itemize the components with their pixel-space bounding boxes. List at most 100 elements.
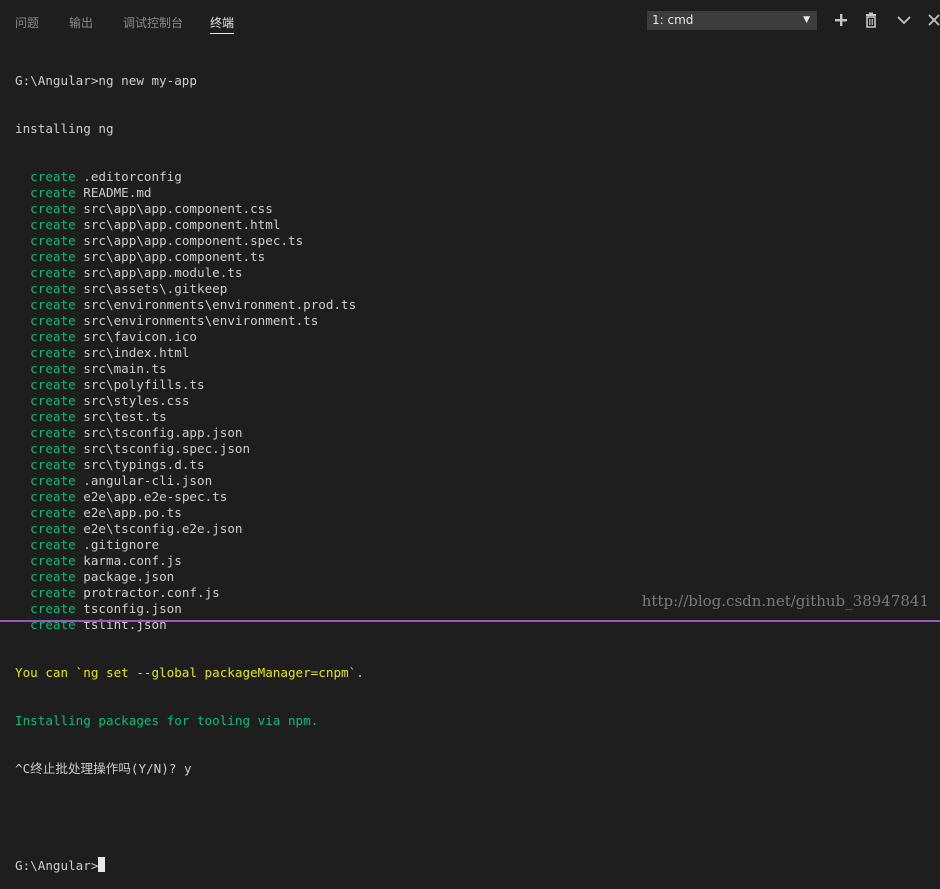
create-keyword: create	[30, 377, 76, 392]
create-keyword: create	[30, 329, 76, 344]
created-file-path: .gitignore	[83, 537, 160, 552]
create-keyword: create	[30, 361, 76, 376]
created-file-path: src\polyfills.ts	[83, 377, 205, 392]
create-line: create src\app\app.component.css	[15, 201, 940, 217]
create-line: create e2e\tsconfig.e2e.json	[15, 521, 940, 537]
create-keyword: create	[30, 409, 76, 424]
created-file-path: .angular-cli.json	[83, 473, 213, 488]
trash-icon[interactable]	[863, 12, 879, 28]
created-file-path: protractor.conf.js	[83, 585, 220, 600]
create-line: create src\main.ts	[15, 361, 940, 377]
create-line: create src\app\app.component.spec.ts	[15, 233, 940, 249]
create-line: create .editorconfig	[15, 169, 940, 185]
close-icon[interactable]	[926, 12, 940, 28]
create-line: create .angular-cli.json	[15, 473, 940, 489]
created-file-path: src\app\app.component.spec.ts	[83, 233, 304, 248]
create-keyword: create	[30, 281, 76, 296]
create-keyword: create	[30, 521, 76, 536]
create-keyword: create	[30, 185, 76, 200]
create-line: create src\app\app.component.ts	[15, 249, 940, 265]
plus-icon[interactable]	[833, 12, 849, 28]
create-line: create src\app\app.component.html	[15, 217, 940, 233]
final-prompt: G:\Angular>	[15, 858, 99, 873]
create-keyword: create	[30, 217, 76, 232]
installing-packages-line: Installing packages for tooling via npm.	[15, 713, 319, 728]
create-keyword: create	[30, 569, 76, 584]
create-keyword: create	[30, 297, 76, 312]
create-keyword: create	[30, 601, 76, 616]
created-file-path: src\favicon.ico	[83, 329, 197, 344]
create-line: create src\tsconfig.app.json	[15, 425, 940, 441]
create-keyword: create	[30, 505, 76, 520]
created-file-path: e2e\app.e2e-spec.ts	[83, 489, 228, 504]
create-line: create src\environments\environment.ts	[15, 313, 940, 329]
terminate-prompt-line: ^C终止批处理操作吗(Y/N)? y	[15, 761, 192, 776]
create-keyword: create	[30, 393, 76, 408]
create-line: create src\favicon.ico	[15, 329, 940, 345]
created-file-path: package.json	[83, 569, 175, 584]
create-line: create README.md	[15, 185, 940, 201]
tab-problems[interactable]: 问题	[15, 14, 39, 31]
created-file-path: src\app\app.component.ts	[83, 249, 266, 264]
create-keyword: create	[30, 313, 76, 328]
terminal-select[interactable]: 1: cmd ▼	[647, 11, 817, 30]
create-keyword: create	[30, 553, 76, 568]
created-file-path: src\index.html	[83, 345, 190, 360]
created-file-path: README.md	[83, 185, 152, 200]
command-line: G:\Angular>ng new my-app	[15, 73, 197, 88]
terminal-select-value: 1: cmd	[652, 13, 694, 27]
create-line: create e2e\app.e2e-spec.ts	[15, 489, 940, 505]
created-file-path: e2e\app.po.ts	[83, 505, 182, 520]
created-file-path: src\test.ts	[83, 409, 167, 424]
create-line: create src\app\app.module.ts	[15, 265, 940, 281]
created-file-path: src\app\app.component.html	[83, 217, 281, 232]
create-line: create package.json	[15, 569, 940, 585]
create-keyword: create	[30, 265, 76, 280]
create-line: create src\assets\.gitkeep	[15, 281, 940, 297]
create-line: create src\tsconfig.spec.json	[15, 441, 940, 457]
dropdown-arrow-icon: ▼	[803, 15, 810, 25]
created-file-path: e2e\tsconfig.e2e.json	[83, 521, 243, 536]
created-file-path: src\tsconfig.app.json	[83, 425, 243, 440]
watermark: http://blog.csdn.net/github_38947841	[641, 592, 929, 610]
created-file-path: src\tsconfig.spec.json	[83, 441, 251, 456]
create-keyword: create	[30, 441, 76, 456]
created-file-path: .editorconfig	[83, 169, 182, 184]
create-keyword: create	[30, 457, 76, 472]
create-line: create src\typings.d.ts	[15, 457, 940, 473]
created-file-path: karma.conf.js	[83, 553, 182, 568]
tab-debug-console[interactable]: 调试控制台	[123, 14, 183, 31]
create-line: create src\styles.css	[15, 393, 940, 409]
create-keyword: create	[30, 233, 76, 248]
create-line: create src\environments\environment.prod…	[15, 297, 940, 313]
chevron-down-icon[interactable]	[896, 12, 912, 28]
create-line: create .gitignore	[15, 537, 940, 553]
create-keyword: create	[30, 489, 76, 504]
tab-output[interactable]: 输出	[69, 14, 93, 31]
create-line: create e2e\app.po.ts	[15, 505, 940, 521]
tab-terminal[interactable]: 终端	[210, 14, 235, 34]
create-line: create src\polyfills.ts	[15, 377, 940, 393]
create-line: create src\test.ts	[15, 409, 940, 425]
created-file-path: src\environments\environment.ts	[83, 313, 319, 328]
created-file-path: src\assets\.gitkeep	[83, 281, 228, 296]
create-keyword: create	[30, 169, 76, 184]
create-keyword: create	[30, 249, 76, 264]
created-file-path: src\styles.css	[83, 393, 190, 408]
create-line: create src\index.html	[15, 345, 940, 361]
create-keyword: create	[30, 201, 76, 216]
created-file-path: src\app\app.module.ts	[83, 265, 243, 280]
panel-tab-bar: 问题 输出 调试控制台 终端 1: cmd ▼	[0, 0, 940, 40]
installing-line: installing ng	[15, 121, 114, 136]
final-prompt-line: G:\Angular>	[15, 857, 940, 873]
terminal-output[interactable]: G:\Angular>ng new my-app installing ng c…	[15, 41, 940, 889]
create-keyword: create	[30, 473, 76, 488]
created-file-path: src\main.ts	[83, 361, 167, 376]
created-file-path: src\typings.d.ts	[83, 457, 205, 472]
text-cursor	[98, 857, 106, 872]
create-keyword: create	[30, 345, 76, 360]
create-keyword: create	[30, 585, 76, 600]
hint-line: You can `ng set --global packageManager=…	[15, 665, 364, 680]
create-keyword: create	[30, 537, 76, 552]
